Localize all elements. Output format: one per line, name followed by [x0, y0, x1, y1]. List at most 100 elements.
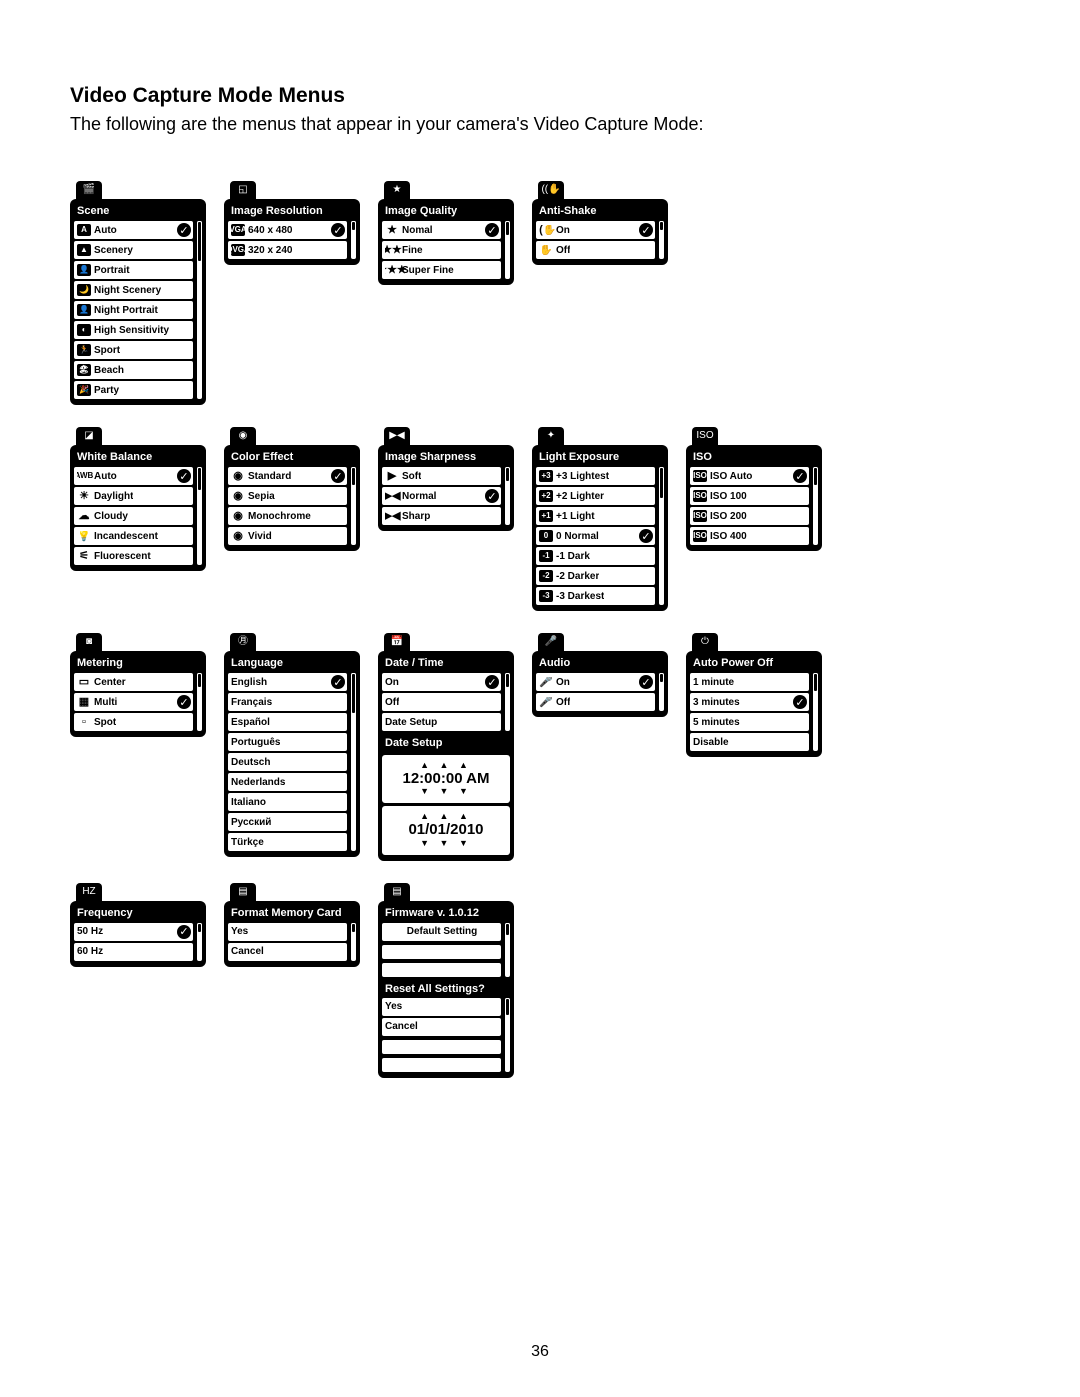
menu-option[interactable]: Disable: [690, 733, 809, 751]
menu-option[interactable]: VGA640 x 480✓: [228, 221, 347, 239]
menu-option[interactable]: AWBAuto✓: [74, 467, 193, 485]
menu-option[interactable]: ▶◀Sharp: [382, 507, 501, 525]
menu-option[interactable]: Off: [382, 693, 501, 711]
scrollbar[interactable]: [351, 923, 356, 961]
option-icon: ▦: [77, 697, 91, 708]
menu-option[interactable]: 60 Hz: [74, 943, 193, 961]
menu-option[interactable]: ISOISO 400: [690, 527, 809, 545]
scrollbar[interactable]: [505, 673, 510, 731]
scrollbar[interactable]: [505, 221, 510, 279]
menu-option[interactable]: ▶Soft: [382, 467, 501, 485]
menu-option[interactable]: 5 minutes: [690, 713, 809, 731]
menu-option[interactable]: Cancel: [228, 943, 347, 961]
menu-option[interactable]: Español: [228, 713, 347, 731]
menu-option[interactable]: ◉Monochrome: [228, 507, 347, 525]
option-label: Normal: [402, 491, 436, 502]
menu-option[interactable]: 🎤On✓: [536, 673, 655, 691]
menu-option[interactable]: 🏖Beach: [74, 361, 193, 379]
menu-option[interactable]: QVGA320 x 240: [228, 241, 347, 259]
menu-option[interactable]: ((✋On✓: [536, 221, 655, 239]
menu-option[interactable]: ☁Cloudy: [74, 507, 193, 525]
menu-option[interactable]: -1-1 Dark: [536, 547, 655, 565]
menu-tab-icon: ◙: [76, 633, 102, 651]
menu-option[interactable]: Date Setup: [382, 713, 501, 731]
scrollbar[interactable]: [505, 923, 510, 977]
menu-option[interactable]: Cancel: [382, 1018, 501, 1036]
date-display[interactable]: ▲ ▲ ▲01/01/2010▼ ▼ ▼: [382, 806, 510, 854]
menu-option[interactable]: 🎤Off: [536, 693, 655, 711]
menu-option[interactable]: 🌙Night Scenery: [74, 281, 193, 299]
menu-option[interactable]: English✓: [228, 673, 347, 691]
option-label: Scenery: [94, 245, 133, 256]
menu-option[interactable]: 3 minutes✓: [690, 693, 809, 711]
option-icon: ISO: [693, 510, 707, 522]
option-label: English: [231, 677, 267, 688]
menu-option[interactable]: Nederlands: [228, 773, 347, 791]
menu-option[interactable]: ISOISO Auto✓: [690, 467, 809, 485]
menu-option[interactable]: ⚟Fluorescent: [74, 547, 193, 565]
menu-option[interactable]: Yes: [228, 923, 347, 941]
menu-option[interactable]: 💡Incandescent: [74, 527, 193, 545]
menu-option[interactable]: +2+2 Lighter: [536, 487, 655, 505]
menu-option[interactable]: ★★Fine: [382, 241, 501, 259]
menu-option[interactable]: +3+3 Lightest: [536, 467, 655, 485]
menu-option[interactable]: ▲Scenery: [74, 241, 193, 259]
menu-option[interactable]: -3-3 Darkest: [536, 587, 655, 605]
scrollbar[interactable]: [505, 998, 510, 1072]
menu-option[interactable]: Default Setting: [382, 923, 501, 941]
menu-option[interactable]: Türkçe: [228, 833, 347, 851]
menu-option[interactable]: +1+1 Light: [536, 507, 655, 525]
menu-option[interactable]: ISOISO 200: [690, 507, 809, 525]
scrollbar[interactable]: [197, 467, 202, 565]
menu-option[interactable]: ▫Spot: [74, 713, 193, 731]
scrollbar[interactable]: [351, 221, 356, 259]
scrollbar[interactable]: [351, 673, 356, 851]
menu-image-resolution: ◱Image ResolutionVGA640 x 480✓QVGA320 x …: [224, 181, 360, 265]
menu-option[interactable]: 50 Hz✓: [74, 923, 193, 941]
check-icon: ✓: [331, 469, 345, 483]
scrollbar[interactable]: [505, 467, 510, 525]
option-icon: ▫: [77, 717, 91, 728]
scrollbar[interactable]: [659, 221, 664, 259]
menu-option[interactable]: ◉Vivid: [228, 527, 347, 545]
menu-option[interactable]: ISOISO 100: [690, 487, 809, 505]
scrollbar[interactable]: [659, 673, 664, 711]
menu-option[interactable]: ☀Daylight: [74, 487, 193, 505]
menu-option[interactable]: ▶◀Normal✓: [382, 487, 501, 505]
menu-option[interactable]: 👤Portrait: [74, 261, 193, 279]
scrollbar[interactable]: [813, 673, 818, 751]
menu-option[interactable]: ◐High Sensitivity: [74, 321, 193, 339]
date-setup-title: Date Setup: [382, 731, 510, 752]
menu-option[interactable]: ★★★Super Fine: [382, 261, 501, 279]
menu-option[interactable]: ★Nomal✓: [382, 221, 501, 239]
menu-option[interactable]: Português: [228, 733, 347, 751]
menu-option[interactable]: Yes: [382, 998, 501, 1016]
scrollbar[interactable]: [197, 221, 202, 399]
menu-option[interactable]: 🏃Sport: [74, 341, 193, 359]
time-display[interactable]: ▲ ▲ ▲12:00:00 AM▼ ▼ ▼: [382, 755, 510, 803]
menu-option[interactable]: -2-2 Darker: [536, 567, 655, 585]
scrollbar[interactable]: [813, 467, 818, 545]
option-label: Français: [231, 697, 272, 708]
menu-title: Format Memory Card: [228, 905, 356, 923]
scrollbar[interactable]: [659, 467, 664, 605]
menu-option[interactable]: ▦Multi✓: [74, 693, 193, 711]
option-label: Soft: [402, 471, 421, 482]
menu-option[interactable]: Italiano: [228, 793, 347, 811]
scrollbar[interactable]: [197, 923, 202, 961]
scrollbar[interactable]: [351, 467, 356, 545]
menu-option[interactable]: 👤Night Portrait: [74, 301, 193, 319]
menu-option[interactable]: On✓: [382, 673, 501, 691]
menu-option[interactable]: 00 Normal✓: [536, 527, 655, 545]
scrollbar[interactable]: [197, 673, 202, 731]
menu-option[interactable]: ✋Off: [536, 241, 655, 259]
menu-option[interactable]: AAuto✓: [74, 221, 193, 239]
menu-option[interactable]: ◉Standard✓: [228, 467, 347, 485]
menu-option[interactable]: ◉Sepia: [228, 487, 347, 505]
menu-option[interactable]: Русский: [228, 813, 347, 831]
menu-option[interactable]: 🎉Party: [74, 381, 193, 399]
menu-option[interactable]: Français: [228, 693, 347, 711]
menu-option[interactable]: ▭Center: [74, 673, 193, 691]
menu-option[interactable]: Deutsch: [228, 753, 347, 771]
menu-option[interactable]: 1 minute: [690, 673, 809, 691]
